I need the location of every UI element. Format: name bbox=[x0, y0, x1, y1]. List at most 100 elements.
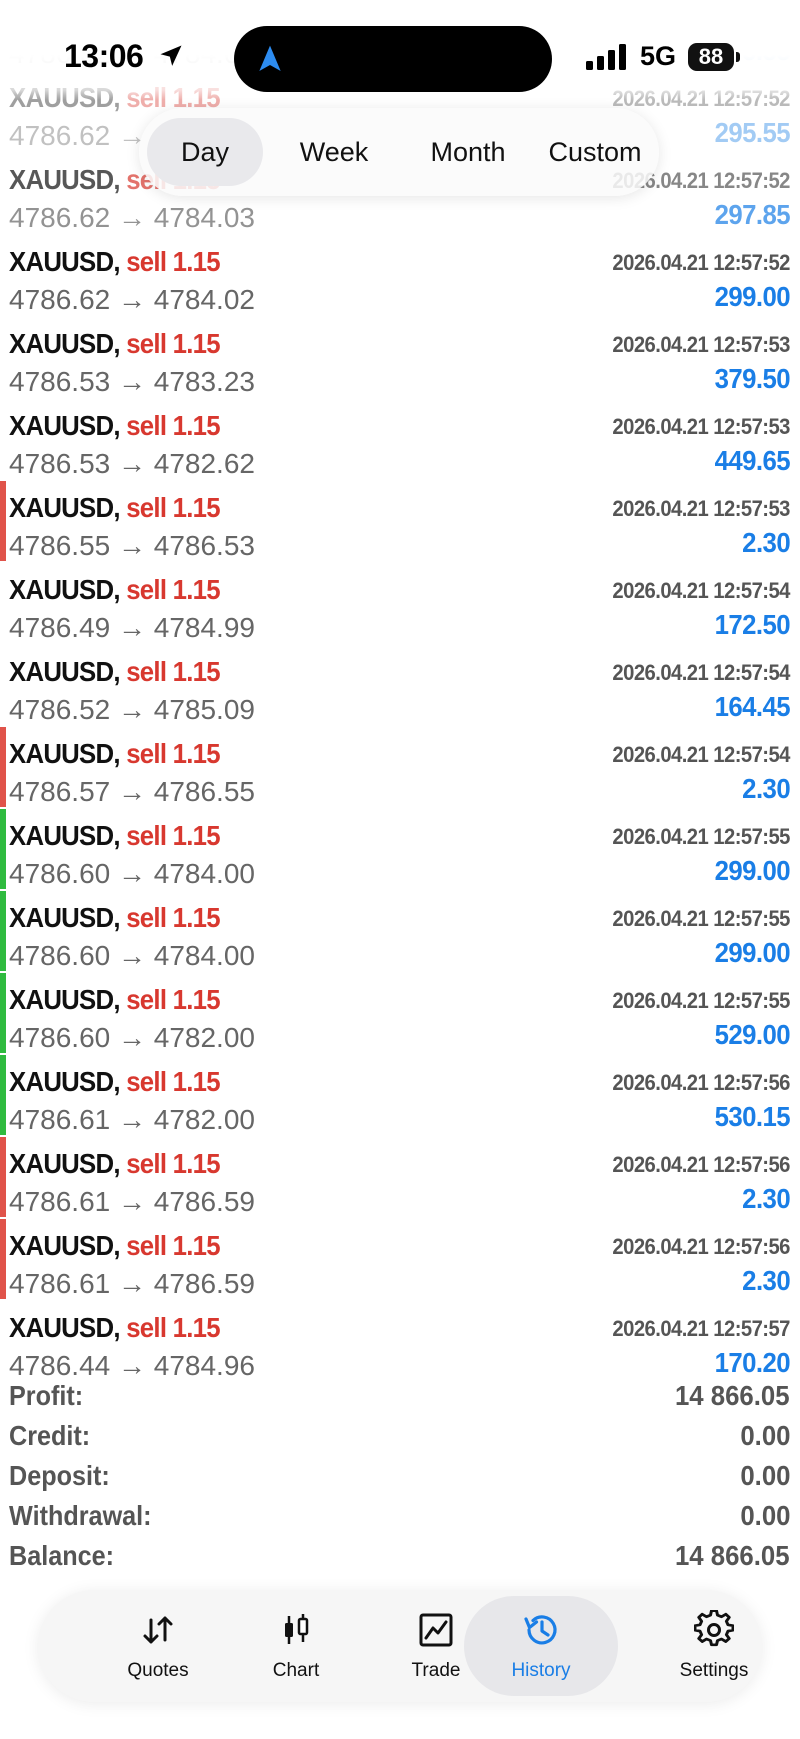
trade-title: XAUUSD, sell 1.15 bbox=[9, 410, 221, 442]
trade-row[interactable]: XAUUSD, sell 1.15 2026.04.21 12:57:55 4786… bbox=[0, 890, 800, 972]
trade-profit: 2.30 bbox=[742, 527, 790, 558]
network-type: 5G bbox=[640, 41, 677, 71]
summary-value: 0.00 bbox=[739, 1420, 790, 1451]
trade-prices: 4786.61 → 4782.00 bbox=[9, 1104, 255, 1135]
trade-title: XAUUSD, sell 1.15 bbox=[9, 328, 221, 360]
trade-profit: 299.00 bbox=[714, 937, 791, 968]
trade-row[interactable]: XAUUSD, sell 1.15 2026.04.21 12:57:56 4786… bbox=[0, 1054, 800, 1136]
trade-title: XAUUSD, sell 1.15 bbox=[9, 902, 221, 934]
trade-title: XAUUSD, sell 1.15 bbox=[9, 820, 221, 852]
line-chart-icon bbox=[419, 1613, 453, 1647]
tab-chart-label: Chart bbox=[272, 1660, 320, 1681]
trade-row[interactable]: XAUUSD, sell 1.15 2026.04.21 12:57:57 4786… bbox=[0, 1300, 800, 1382]
trade-side: sell 1.15 bbox=[126, 738, 220, 769]
trade-time: 2026.04.21 12:57:56 bbox=[612, 1152, 791, 1177]
status-time: 13:06 bbox=[64, 38, 144, 74]
trade-profit: 379.50 bbox=[714, 363, 791, 394]
trade-prices: 4786.52 → 4785.09 bbox=[9, 694, 255, 725]
trade-title: XAUUSD, sell 1.15 bbox=[9, 246, 221, 278]
trade-profit: 2.30 bbox=[742, 1265, 790, 1296]
trade-marker bbox=[0, 973, 6, 1053]
trade-row[interactable]: XAUUSD, sell 1.15 2026.04.21 12:57:53 4786… bbox=[0, 398, 800, 480]
summary-label: Profit: bbox=[9, 1380, 84, 1411]
status-bar: 13:06 5G 88 bbox=[0, 0, 800, 100]
trade-title: XAUUSD, sell 1.15 bbox=[9, 984, 221, 1016]
period-month[interactable]: Month bbox=[403, 118, 533, 186]
period-selector: Day Week Month Custom bbox=[139, 108, 659, 196]
trade-side: sell 1.15 bbox=[126, 1148, 220, 1179]
summary-value: 14 866.05 bbox=[675, 1540, 790, 1571]
trade-prices: 4786.60 → 4782.00 bbox=[9, 1022, 255, 1053]
trade-row[interactable]: XAUUSD, sell 1.15 2026.04.21 12:57:55 4786… bbox=[0, 808, 800, 890]
trade-side: sell 1.15 bbox=[126, 328, 220, 359]
trade-side: sell 1.15 bbox=[126, 1230, 220, 1261]
tab-chart[interactable]: Chart bbox=[228, 1590, 364, 1702]
trade-symbol: XAUUSD, bbox=[9, 1066, 121, 1097]
tab-settings[interactable]: Settings bbox=[646, 1590, 782, 1702]
trade-time: 2026.04.21 12:57:56 bbox=[612, 1234, 791, 1259]
trade-profit: 299.00 bbox=[714, 281, 791, 312]
trade-row[interactable]: XAUUSD, sell 1.15 2026.04.21 12:57:54 4786… bbox=[0, 644, 800, 726]
trade-title: XAUUSD, sell 1.15 bbox=[9, 574, 221, 606]
trade-title: XAUUSD, sell 1.15 bbox=[9, 738, 221, 770]
trade-time: 2026.04.21 12:57:53 bbox=[612, 414, 791, 439]
trade-row[interactable]: XAUUSD, sell 1.15 2026.04.21 12:57:54 4786… bbox=[0, 562, 800, 644]
trade-symbol: XAUUSD, bbox=[9, 1312, 121, 1343]
trade-symbol: XAUUSD, bbox=[9, 1148, 121, 1179]
trade-marker bbox=[0, 809, 6, 889]
period-week[interactable]: Week bbox=[269, 118, 399, 186]
trade-row[interactable]: XAUUSD, sell 1.15 2026.04.21 12:57:52 4786… bbox=[0, 234, 800, 316]
period-custom[interactable]: Custom bbox=[535, 118, 655, 186]
history-summary: Profit: 14 866.05 Credit: 0.00 Deposit: 0.00 W… bbox=[0, 1376, 800, 1576]
trade-title: XAUUSD, sell 1.15 bbox=[9, 1066, 221, 1098]
trade-row[interactable]: XAUUSD, sell 1.15 2026.04.21 12:57:53 4786… bbox=[0, 316, 800, 398]
trade-side: sell 1.15 bbox=[126, 820, 220, 851]
trade-time: 2026.04.21 12:57:57 bbox=[612, 1316, 791, 1341]
trade-time: 2026.04.21 12:57:55 bbox=[612, 988, 791, 1013]
trade-prices: 4786.62 → 4784.03 bbox=[9, 202, 255, 233]
trade-symbol: XAUUSD, bbox=[9, 902, 121, 933]
tab-quotes[interactable]: Quotes bbox=[90, 1590, 226, 1702]
trade-time: 2026.04.21 12:57:56 bbox=[612, 1070, 791, 1095]
trade-prices: 4786.61 → 4786.59 bbox=[9, 1186, 255, 1217]
trade-profit: 295.55 bbox=[714, 117, 791, 148]
trade-time: 2026.04.21 12:57:53 bbox=[612, 332, 791, 357]
trade-symbol: XAUUSD, bbox=[9, 656, 121, 687]
battery-level: 88 bbox=[698, 44, 724, 69]
trade-side: sell 1.15 bbox=[126, 902, 220, 933]
trade-symbol: XAUUSD, bbox=[9, 328, 121, 359]
trade-profit: 530.15 bbox=[714, 1101, 791, 1132]
trade-row[interactable]: XAUUSD, sell 1.15 2026.04.21 12:57:54 4786… bbox=[0, 726, 800, 808]
summary-label: Deposit: bbox=[9, 1460, 110, 1491]
trade-title: XAUUSD, sell 1.15 bbox=[9, 656, 221, 688]
tab-bar: Quotes Chart Trade History Settings bbox=[38, 1590, 762, 1702]
trade-prices: 4786.53 → 4783.23 bbox=[9, 366, 255, 397]
trade-time: 2026.04.21 12:57:55 bbox=[612, 824, 791, 849]
trade-symbol: XAUUSD, bbox=[9, 492, 121, 523]
trade-symbol: XAUUSD, bbox=[9, 1230, 121, 1261]
tab-history[interactable]: History bbox=[464, 1596, 618, 1696]
trade-row[interactable]: XAUUSD, sell 1.15 2026.04.21 12:57:56 4786… bbox=[0, 1136, 800, 1218]
summary-label: Credit: bbox=[9, 1420, 91, 1451]
trade-side: sell 1.15 bbox=[126, 410, 220, 441]
trade-side: sell 1.15 bbox=[126, 1312, 220, 1343]
tab-quotes-label: Quotes bbox=[127, 1660, 189, 1681]
trade-row[interactable]: XAUUSD, sell 1.15 2026.04.21 12:57:53 4786… bbox=[0, 480, 800, 562]
trade-time: 2026.04.21 12:57:54 bbox=[612, 578, 791, 603]
trade-profit: 449.65 bbox=[714, 445, 791, 476]
trade-time: 2026.04.21 12:57:54 bbox=[612, 742, 791, 767]
summary-row: Profit: 14 866.05 bbox=[0, 1376, 800, 1416]
trade-time: 2026.04.21 12:57:53 bbox=[612, 496, 791, 521]
summary-row: Deposit: 0.00 bbox=[0, 1456, 800, 1496]
period-day[interactable]: Day bbox=[147, 118, 263, 186]
navigation-arrow-icon bbox=[259, 45, 281, 71]
summary-value: 14 866.05 bbox=[675, 1380, 790, 1411]
trade-row[interactable]: XAUUSD, sell 1.15 2026.04.21 12:57:56 4786… bbox=[0, 1218, 800, 1300]
cellular-signal-icon bbox=[586, 44, 626, 70]
candlestick-icon bbox=[285, 1614, 309, 1644]
trade-side: sell 1.15 bbox=[126, 574, 220, 605]
clock-history-icon bbox=[524, 1615, 557, 1645]
trade-profit: 2.30 bbox=[742, 1183, 790, 1214]
trade-time: 2026.04.21 12:57:52 bbox=[612, 250, 791, 275]
trade-row[interactable]: XAUUSD, sell 1.15 2026.04.21 12:57:55 4786… bbox=[0, 972, 800, 1054]
